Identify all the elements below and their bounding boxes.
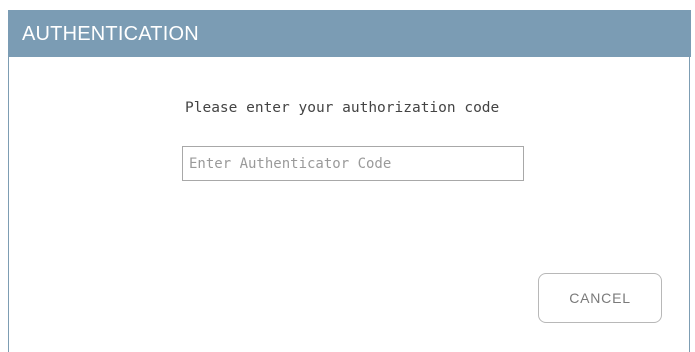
authenticator-code-input[interactable] [182, 146, 524, 181]
dialog-title: AUTHENTICATION [22, 23, 199, 45]
authorization-prompt: Please enter your authorization code [185, 100, 500, 116]
authentication-dialog: AUTHENTICATION Please enter your authori… [8, 10, 691, 352]
cancel-button[interactable]: CANCEL [538, 273, 662, 323]
dialog-titlebar: AUTHENTICATION [8, 10, 691, 57]
